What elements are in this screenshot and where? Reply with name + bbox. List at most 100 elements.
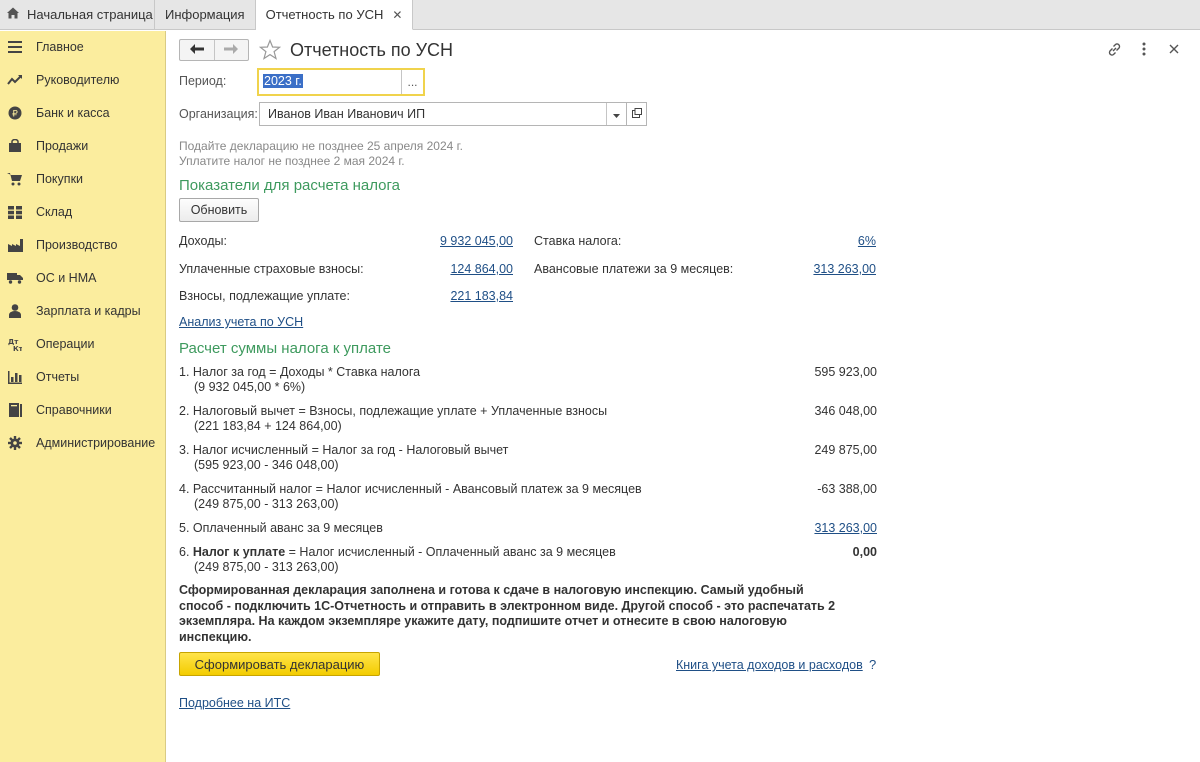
tax-rate-label: Ставка налога: <box>534 234 622 248</box>
sidebar-item-production[interactable]: Производство <box>0 232 166 258</box>
gear-icon <box>7 435 23 451</box>
svg-text:₽: ₽ <box>12 110 18 120</box>
help-icon[interactable]: ? <box>869 657 876 672</box>
indicators-section-title: Показатели для расчета налога <box>179 177 400 194</box>
trend-icon <box>7 72 23 88</box>
calc-row-3-amount: 249 875,00 <box>814 443 877 457</box>
sidebar-item-label: Производство <box>36 238 118 252</box>
declaration-ready-message: Сформированная декларация заполнена и го… <box>179 583 836 644</box>
refresh-button[interactable]: Обновить <box>179 198 259 222</box>
advance-payments-label: Авансовые платежи за 9 месяцев: <box>534 262 734 276</box>
calc-row-6: 6. Налог к уплате = Налог исчисленный - … <box>179 545 616 559</box>
period-input[interactable]: 2023 г. <box>259 70 401 94</box>
sidebar-item-label: Банк и касса <box>36 106 110 120</box>
calc-row-1: 1. Налог за год = Доходы * Ставка налога <box>179 365 421 379</box>
deadline-note-payment: Уплатите налог не позднее 2 мая 2024 г. <box>179 154 405 168</box>
sidebar-item-main[interactable]: Главное <box>0 34 166 60</box>
organization-field[interactable]: Иванов Иван Иванович ИП <box>259 102 627 126</box>
sidebar-item-bank[interactable]: ₽ Банк и касса <box>0 100 166 126</box>
calc-row-2: 2. Налоговый вычет = Взносы, подлежащие … <box>179 404 608 418</box>
calc-row-4-formula: (249 875,00 - 313 263,00) <box>194 497 339 511</box>
tab-home-label: Начальная страница <box>27 7 153 22</box>
calc-row-5: 5. Оплаченный аванс за 9 месяцев <box>179 521 383 535</box>
paid-insurance-link[interactable]: 124 864,00 <box>393 262 513 276</box>
organization-value[interactable]: Иванов Иван Иванович ИП <box>260 103 606 125</box>
back-button[interactable] <box>180 40 214 60</box>
sidebar-item-label: ОС и НМА <box>36 271 97 285</box>
calc-row-6-prefix: 6. <box>179 545 193 559</box>
operations-icon: Дт Кт <box>7 336 23 352</box>
tab-usn-reporting[interactable]: Отчетность по УСН ✕ <box>255 0 414 30</box>
sidebar-item-assets[interactable]: ОС и НМА <box>0 265 166 291</box>
sidebar-item-administration[interactable]: Администрирование <box>0 430 166 456</box>
tab-information[interactable]: Информация <box>155 0 256 29</box>
income-value-link[interactable]: 9 932 045,00 <box>393 234 513 248</box>
calc-row-3: 3. Налог исчисленный = Налог за год - На… <box>179 443 509 457</box>
open-window-icon <box>631 107 642 121</box>
page-title: Отчетность по УСН <box>290 40 454 60</box>
calc-row-6-rest: = Налог исчисленный - Оплаченный аванс з… <box>285 545 616 559</box>
generate-declaration-button[interactable]: Сформировать декларацию <box>179 652 380 676</box>
navigation-buttons <box>179 39 249 61</box>
period-label: Период: <box>179 74 227 88</box>
link-icon[interactable] <box>1106 40 1122 58</box>
ruble-icon: ₽ <box>7 105 23 121</box>
usn-analysis-link[interactable]: Анализ учета по УСН <box>179 315 303 329</box>
main-content: Отчетность по УСН Период: 2023 г. ... Ор… <box>167 31 1200 762</box>
tab-home[interactable]: Начальная страница <box>0 0 155 29</box>
income-expense-book-link[interactable]: Книга учета доходов и расходов <box>676 658 863 672</box>
more-vertical-icon[interactable] <box>1136 40 1152 58</box>
close-icon[interactable] <box>1166 40 1182 58</box>
dropdown-button[interactable] <box>606 103 626 125</box>
calc-row-2-amount: 346 048,00 <box>814 404 877 418</box>
close-icon[interactable]: ✕ <box>392 8 402 22</box>
sidebar-item-label: Склад <box>36 205 73 219</box>
due-insurance-link[interactable]: 221 183,84 <box>393 289 513 303</box>
organization-label: Организация: <box>179 107 258 121</box>
favorite-star-icon[interactable] <box>258 38 282 61</box>
period-field[interactable]: 2023 г. ... <box>257 68 425 96</box>
calc-row-3-formula: (595 923,00 - 346 048,00) <box>194 458 339 472</box>
sidebar-item-purchases[interactable]: Покупки <box>0 166 166 192</box>
tab-label: Информация <box>165 7 245 22</box>
grid-icon <box>7 204 23 220</box>
open-organization-button[interactable] <box>627 102 647 126</box>
tab-bar: Начальная страница Информация Отчетность… <box>0 0 1200 30</box>
calc-row-5-amount-link[interactable]: 313 263,00 <box>757 521 877 535</box>
sidebar-item-sales[interactable]: Продажи <box>0 133 166 159</box>
sidebar-item-label: Покупки <box>36 172 84 186</box>
sidebar-item-reports[interactable]: Отчеты <box>0 364 166 390</box>
calculation-section-title: Расчет суммы налога к уплате <box>179 340 391 357</box>
sidebar-item-label: Администрирование <box>36 436 156 450</box>
sidebar-item-warehouse[interactable]: Склад <box>0 199 166 225</box>
deadline-note-declaration: Подайте декларацию не позднее 25 апреля … <box>179 139 463 153</box>
its-details-link[interactable]: Подробнее на ИТС <box>179 696 290 710</box>
calc-row-1-amount: 595 923,00 <box>814 365 877 379</box>
sidebar: Главное Руководителю ₽ Банк и касса Прод… <box>0 31 166 762</box>
sidebar-item-manager[interactable]: Руководителю <box>0 67 166 93</box>
period-value: 2023 г. <box>263 74 303 88</box>
sidebar-item-label: Зарплата и кадры <box>36 304 141 318</box>
book-icon <box>7 402 23 418</box>
tab-label: Отчетность по УСН <box>265 7 384 22</box>
sidebar-item-label: Операции <box>36 337 95 351</box>
tax-rate-link[interactable]: 6% <box>776 234 876 248</box>
due-insurance-label: Взносы, подлежащие уплате: <box>179 289 350 303</box>
calc-row-4: 4. Рассчитанный налог = Налог исчисленны… <box>179 482 642 496</box>
period-select-button[interactable]: ... <box>401 70 423 94</box>
menu-icon <box>7 39 23 55</box>
sidebar-item-label: Руководителю <box>36 73 120 87</box>
sidebar-item-directories[interactable]: Справочники <box>0 397 166 423</box>
bag-icon <box>7 138 23 154</box>
forward-button[interactable] <box>213 40 249 60</box>
sidebar-item-label: Справочники <box>36 403 112 417</box>
sidebar-item-operations[interactable]: Дт Кт Операции <box>0 331 166 357</box>
cart-icon <box>7 171 23 187</box>
truck-icon <box>7 270 23 286</box>
arrow-right-icon <box>224 43 239 57</box>
calc-row-6-formula: (249 875,00 - 313 263,00) <box>194 560 339 574</box>
sidebar-item-salary[interactable]: Зарплата и кадры <box>0 298 166 324</box>
advance-payments-link[interactable]: 313 263,00 <box>756 262 876 276</box>
income-label: Доходы: <box>179 234 227 248</box>
sidebar-item-label: Главное <box>36 40 84 54</box>
